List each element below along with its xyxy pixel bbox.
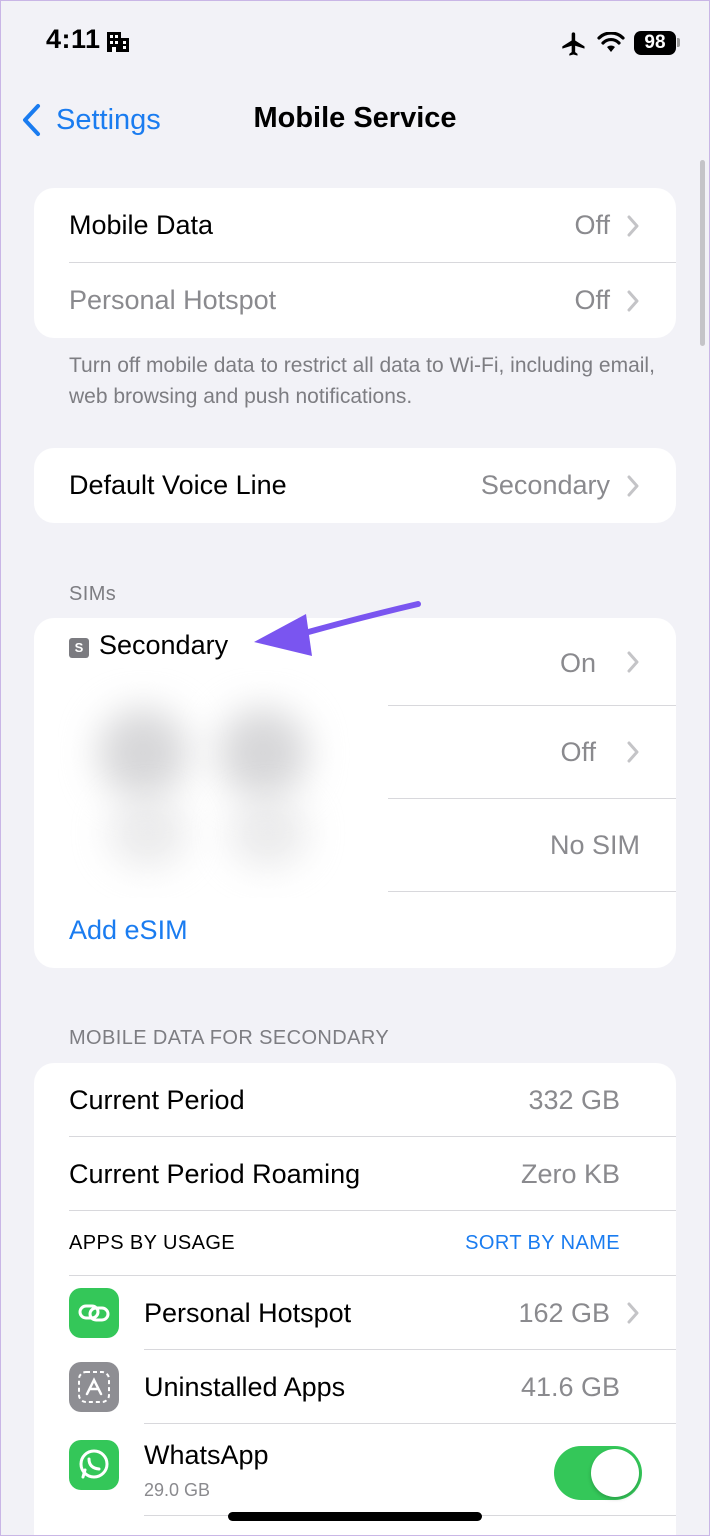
usage-group: Current Period 332 GB Current Period Roa… (34, 1063, 676, 1536)
apps-by-usage-header: APPS BY USAGE (69, 1231, 236, 1254)
mobile-data-footer: Turn off mobile data to restrict all dat… (69, 354, 655, 408)
status-time: 4:11 (46, 24, 101, 54)
status-bar: 4:11 98 (0, 0, 710, 88)
apps-header-row: APPS BY USAGE SORT BY NAME (34, 1211, 676, 1275)
default-voice-line-label: Default Voice Line (69, 470, 287, 500)
app-usage-value: 162 GB (518, 1297, 610, 1328)
chevron-right-icon (627, 741, 639, 763)
app-row-uninstalled-apps: Uninstalled Apps 41.6 GB (34, 1350, 676, 1424)
chevron-right-icon (627, 651, 639, 673)
sort-by-name-button[interactable]: SORT BY NAME (465, 1232, 620, 1255)
default-voice-line-row[interactable]: Default Voice Line Secondary (34, 448, 676, 523)
chevron-right-icon (627, 215, 639, 236)
add-esim-row[interactable]: Add eSIM (34, 893, 676, 968)
chevron-right-icon (627, 1302, 639, 1324)
airplane-mode-icon (562, 32, 585, 56)
link-icon (69, 1288, 119, 1338)
sim-row-1-value: On (559, 648, 596, 678)
whatsapp-icon (69, 1440, 119, 1490)
page-title: Mobile Service (253, 102, 457, 134)
current-period-value: 332 GB (528, 1084, 620, 1115)
app-usage-subtitle: 29.0 GB (144, 1480, 211, 1500)
wifi-icon (597, 32, 625, 52)
sims-group: S Secondary On Off No SIM Add eSIM (34, 618, 676, 968)
sims-section-header: SIMs (69, 583, 117, 605)
mobile-data-row[interactable]: Mobile Data Off (34, 188, 676, 263)
building-icon (107, 32, 129, 52)
mobile-data-label: Mobile Data (69, 210, 214, 240)
default-voice-line-value: Secondary (480, 470, 610, 500)
chevron-right-icon (627, 290, 639, 311)
personal-hotspot-value: Off (574, 285, 610, 315)
battery-cap (677, 38, 680, 47)
mobile-data-group: Mobile Data Off Personal Hotspot Off (34, 188, 676, 338)
current-period-label: Current Period (69, 1084, 245, 1115)
app-usage-value: 41.6 GB (520, 1371, 620, 1402)
mobile-data-value: Off (574, 210, 610, 240)
scroll-indicator[interactable] (700, 160, 705, 346)
annotation-arrow-icon (254, 601, 421, 656)
add-esim-link[interactable]: Add eSIM (69, 915, 188, 946)
blurred-content (58, 668, 388, 898)
sim-row-2-value: Off (560, 736, 596, 767)
usage-section-header: MOBILE DATA FOR SECONDARY (69, 1027, 390, 1049)
roaming-row: Current Period Roaming Zero KB (34, 1137, 676, 1211)
battery-indicator: 98 (634, 31, 676, 55)
app-name: Uninstalled Apps (144, 1371, 346, 1402)
app-row-personal-hotspot[interactable]: Personal Hotspot 162 GB (34, 1276, 676, 1350)
home-indicator[interactable] (228, 1512, 482, 1521)
divider (384, 891, 676, 892)
app-store-icon (69, 1362, 119, 1412)
sim-row-3-value: No SIM (549, 829, 640, 860)
voice-line-group: Default Voice Line Secondary (34, 448, 676, 523)
toggle-knob (591, 1449, 639, 1497)
personal-hotspot-label: Personal Hotspot (69, 285, 277, 315)
roaming-value: Zero KB (520, 1158, 620, 1189)
app-row-whatsapp: WhatsApp 29.0 GB (34, 1424, 676, 1516)
chevron-right-icon (627, 475, 639, 496)
roaming-label: Current Period Roaming (69, 1158, 361, 1189)
whatsapp-mobile-data-toggle[interactable] (554, 1446, 642, 1500)
app-name: Personal Hotspot (144, 1297, 352, 1328)
app-name: WhatsApp (144, 1440, 269, 1470)
personal-hotspot-row[interactable]: Personal Hotspot Off (34, 263, 676, 338)
current-period-row: Current Period 332 GB (34, 1063, 676, 1137)
